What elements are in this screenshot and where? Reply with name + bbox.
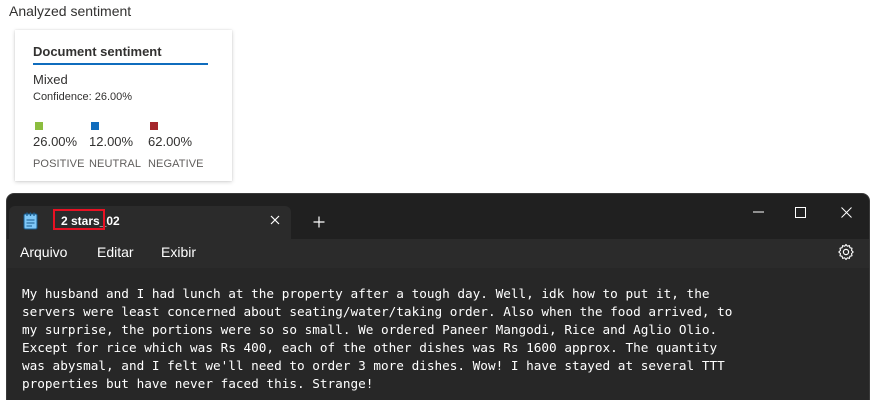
- maximize-icon[interactable]: [777, 198, 823, 226]
- close-tab-icon[interactable]: [265, 210, 285, 230]
- negative-metric: 62.00% NEGATIVE: [148, 122, 218, 170]
- document-content[interactable]: My husband and I had lunch at the proper…: [22, 285, 862, 393]
- notepad-window: 2 stars_02 Arquivo Editar Exibir My husb…: [6, 193, 870, 400]
- card-title: Document sentiment: [33, 44, 208, 65]
- highlight-box: [53, 209, 105, 230]
- overall-sentiment: Mixed: [33, 72, 68, 87]
- settings-gear-icon[interactable]: [837, 243, 857, 263]
- positive-swatch: [35, 122, 43, 130]
- analyzed-sentiment-heading: Analyzed sentiment: [9, 3, 132, 19]
- negative-swatch: [150, 122, 158, 130]
- close-window-icon[interactable]: [823, 198, 869, 226]
- negative-label: NEGATIVE: [148, 158, 204, 170]
- menu-arquivo[interactable]: Arquivo: [20, 244, 67, 260]
- confidence-score: Confidence: 26.00%: [33, 91, 133, 103]
- document-sentiment-card: Document sentiment Mixed Confidence: 26.…: [15, 30, 232, 181]
- text-editor[interactable]: My husband and I had lunch at the proper…: [7, 268, 869, 400]
- neutral-swatch: [91, 122, 99, 130]
- notepad-icon: [23, 212, 39, 230]
- menu-exibir[interactable]: Exibir: [161, 244, 196, 260]
- minimize-icon[interactable]: [735, 198, 781, 226]
- menu-editar[interactable]: Editar: [97, 244, 134, 260]
- tab-document[interactable]: 2 stars_02: [9, 206, 291, 239]
- menu-bar: Arquivo Editar Exibir: [7, 239, 869, 268]
- negative-percent: 62.00%: [148, 134, 193, 149]
- new-tab-icon[interactable]: [307, 210, 331, 234]
